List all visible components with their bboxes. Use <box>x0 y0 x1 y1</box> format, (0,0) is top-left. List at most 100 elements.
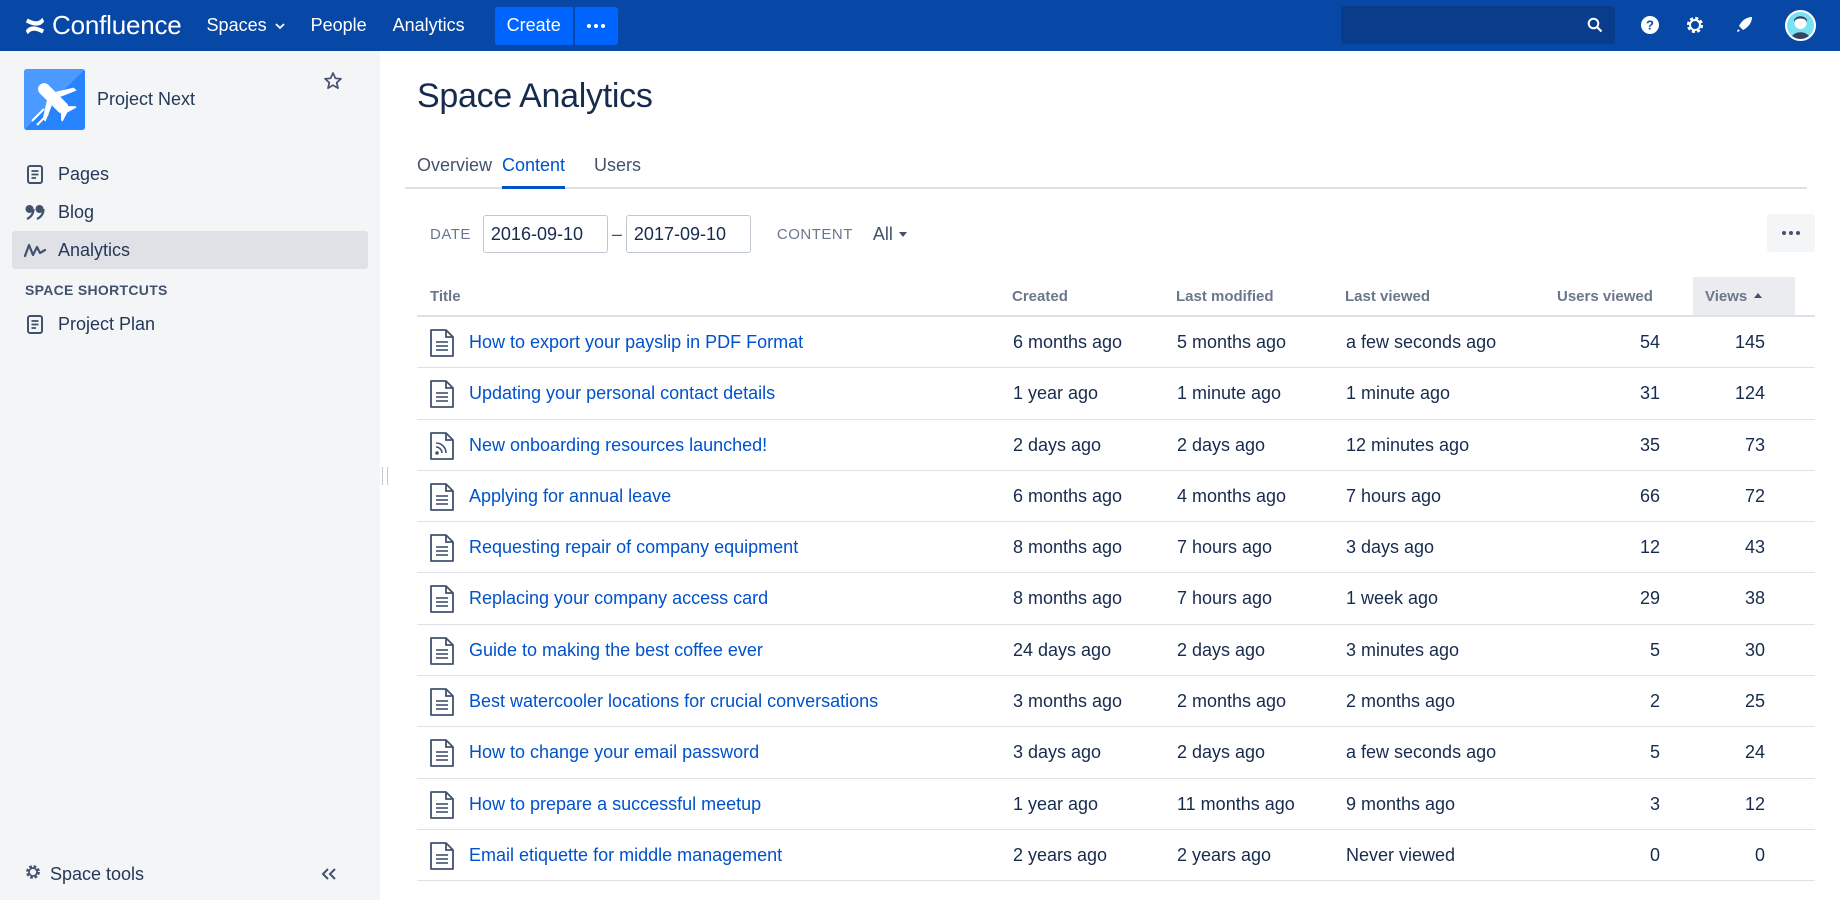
date-to-input[interactable]: 2017-09-10 <box>625 215 751 253</box>
sidebar-item-pages[interactable]: Pages <box>12 155 368 193</box>
content-title-link[interactable]: Best watercooler locations for crucial c… <box>469 691 878 712</box>
column-last-viewed[interactable]: Last viewed <box>1345 288 1430 305</box>
page-icon <box>429 584 455 614</box>
last-modified-cell: 11 months ago <box>1177 793 1295 814</box>
space-tools-button[interactable]: Space tools <box>24 863 144 886</box>
confluence-logo[interactable]: Confluence <box>24 0 182 51</box>
sidebar-item-label: Pages <box>58 163 110 184</box>
last-viewed-cell: 3 minutes ago <box>1346 639 1460 660</box>
last-viewed-cell: Never viewed <box>1346 844 1456 865</box>
gear-icon[interactable] <box>1683 13 1707 37</box>
content-title-link[interactable]: Email etiquette for middle management <box>469 845 782 866</box>
search-icon <box>1587 17 1603 33</box>
sidebar-item-label: Blog <box>58 201 95 222</box>
notifications-icon[interactable] <box>1732 13 1756 37</box>
nav-people[interactable]: People <box>311 15 367 36</box>
page-icon <box>24 163 46 185</box>
sidebar-item-blog[interactable]: Blog <box>12 193 368 231</box>
views-cell: 0 <box>1754 844 1765 865</box>
table-row: How to export your payslip in PDF Format… <box>417 317 1815 369</box>
table-row: Email etiquette for middle management 2 y… <box>417 830 1815 882</box>
filters-bar: DATE 2016-09-10 – 2017-09-10 CONTENT All <box>430 215 907 253</box>
column-views-label: Views <box>1705 288 1748 305</box>
tabs: Overview Content Users <box>405 151 1807 189</box>
users-viewed-cell: 0 <box>1649 844 1660 865</box>
sort-ascending-icon <box>1754 293 1763 298</box>
content-title-link[interactable]: How to prepare a successful meetup <box>469 794 761 815</box>
create-more-button[interactable] <box>574 6 618 45</box>
last-modified-cell: 7 hours ago <box>1177 537 1273 558</box>
content-type-select[interactable]: All <box>873 224 907 245</box>
views-cell: 145 <box>1734 332 1765 352</box>
users-viewed-cell: 54 <box>1639 332 1660 352</box>
content-title-link[interactable]: New onboarding resources launched! <box>469 435 767 456</box>
last-viewed-cell: 1 week ago <box>1346 588 1439 609</box>
tab-users[interactable]: Users <box>594 155 641 186</box>
content-title-link[interactable]: How to change your email password <box>469 742 759 763</box>
nav-analytics-label: Analytics <box>392 15 465 35</box>
sidebar-nav: Pages Blog Analytics <box>12 155 368 269</box>
svg-text:?: ? <box>1646 18 1654 33</box>
create-button[interactable]: Create <box>494 6 573 45</box>
space-header[interactable]: Project Next <box>24 69 368 130</box>
confluence-icon <box>25 17 45 34</box>
nav-people-label: People <box>310 15 367 35</box>
search-input[interactable] <box>1341 6 1615 44</box>
content-title-link[interactable]: How to export your payslip in PDF Format <box>469 332 803 353</box>
users-viewed-cell: 3 <box>1649 793 1660 814</box>
content-title-link[interactable]: Replacing your company access card <box>469 588 768 609</box>
tab-overview[interactable]: Overview <box>417 155 492 186</box>
tab-content[interactable]: Content <box>502 155 566 189</box>
page-icon <box>429 533 455 563</box>
caret-down-icon <box>898 231 907 237</box>
users-viewed-cell: 5 <box>1649 639 1660 660</box>
table-row: Applying for annual leave 6 months ago 4 m… <box>417 471 1815 523</box>
sidebar-item-project-plan[interactable]: Project Plan <box>12 305 368 343</box>
table-row: Replacing your company access card 8 mont… <box>417 573 1815 625</box>
views-cell: 124 <box>1734 383 1765 404</box>
analytics-icon <box>24 239 46 261</box>
last-viewed-cell: 1 minute ago <box>1346 383 1451 404</box>
table-row: How to change your email password 3 days … <box>417 727 1815 779</box>
nav-analytics[interactable]: Analytics <box>393 15 465 36</box>
more-actions-button[interactable] <box>1767 214 1815 252</box>
content-type-value: All <box>872 223 893 244</box>
column-users-viewed[interactable]: Users viewed <box>1557 288 1653 305</box>
last-modified-cell: 7 hours ago <box>1177 588 1273 609</box>
page-icon <box>429 687 455 717</box>
blog-post-icon <box>429 431 455 461</box>
page-icon <box>429 379 455 409</box>
main-content: Space Analytics Overview Content Users D… <box>380 51 1840 900</box>
help-icon[interactable]: ? <box>1638 13 1662 37</box>
date-from-input[interactable]: 2016-09-10 <box>482 215 608 253</box>
avatar[interactable] <box>1785 10 1816 41</box>
sidebar-item-label: Analytics <box>58 239 131 260</box>
views-cell: 43 <box>1744 537 1765 558</box>
brand-name: Confluence <box>52 10 182 40</box>
page-icon <box>429 790 455 820</box>
last-modified-cell: 2 days ago <box>1177 639 1266 660</box>
column-title[interactable]: Title <box>430 288 461 305</box>
created-cell: 6 months ago <box>1013 485 1123 506</box>
page-icon <box>429 328 455 358</box>
users-viewed-cell: 31 <box>1639 383 1660 404</box>
content-title-link[interactable]: Applying for annual leave <box>469 486 671 507</box>
column-created[interactable]: Created <box>1012 288 1068 305</box>
table-row: Best watercooler locations for crucial c… <box>417 676 1815 728</box>
top-navigation: Confluence Spaces People Analytics Creat… <box>0 0 1840 51</box>
date-separator: – <box>611 223 622 244</box>
nav-spaces[interactable]: Spaces <box>207 15 285 36</box>
users-viewed-cell: 5 <box>1649 742 1660 763</box>
space-logo <box>24 69 85 130</box>
created-cell: 24 days ago <box>1013 639 1112 660</box>
star-icon[interactable] <box>323 71 343 91</box>
column-last-modified[interactable]: Last modified <box>1176 288 1274 305</box>
collapse-sidebar-icon[interactable] <box>320 867 338 881</box>
column-views[interactable]: Views <box>1693 277 1795 315</box>
content-title-link[interactable]: Updating your personal contact details <box>469 383 775 404</box>
table-body: How to export your payslip in PDF Format… <box>417 317 1815 882</box>
sidebar-item-analytics[interactable]: Analytics <box>12 231 368 269</box>
content-title-link[interactable]: Requesting repair of company equipment <box>469 537 798 558</box>
created-cell: 2 days ago <box>1013 434 1102 455</box>
content-title-link[interactable]: Guide to making the best coffee ever <box>469 640 763 661</box>
